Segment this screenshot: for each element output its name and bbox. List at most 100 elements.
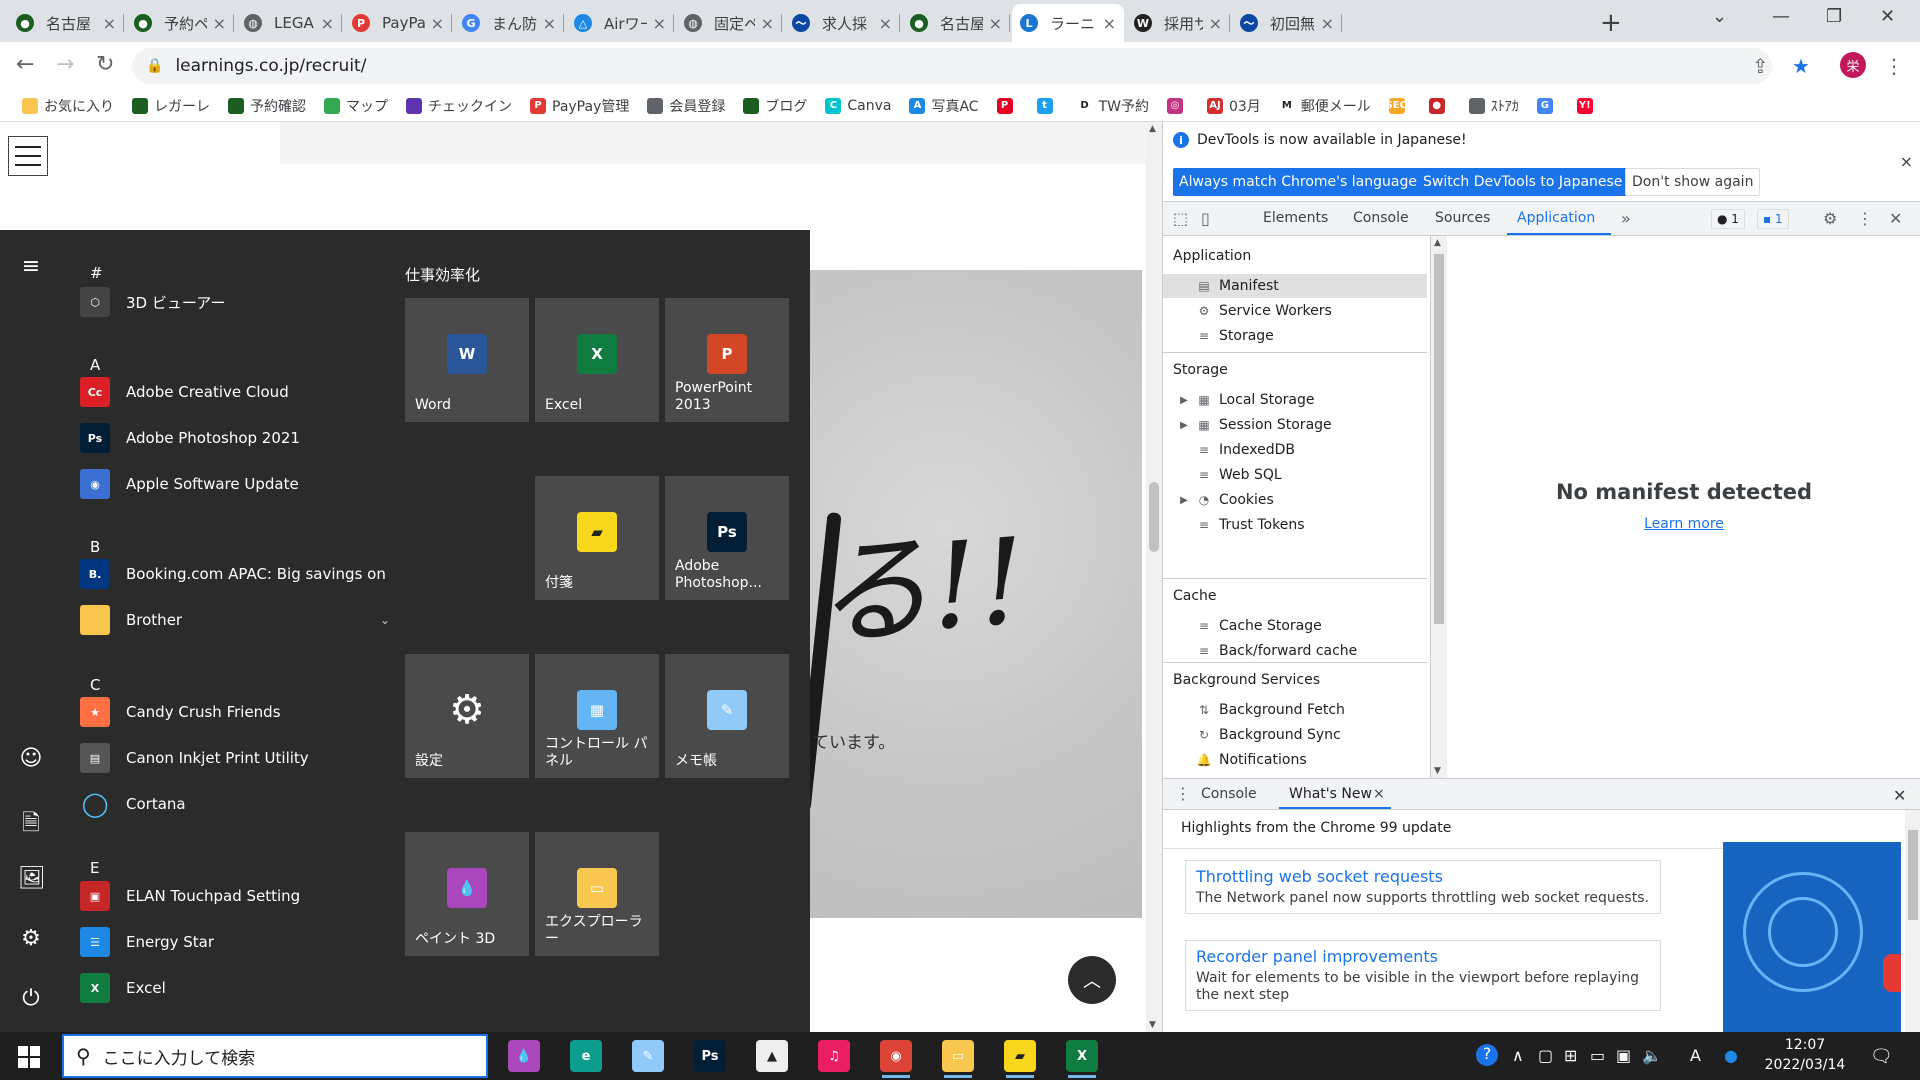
bookmark-item[interactable]: 会員登録 — [647, 96, 725, 116]
notification-center-icon[interactable]: 🗨 — [1870, 1046, 1893, 1067]
restore-button[interactable]: ❐ — [1826, 6, 1842, 27]
pictures-icon[interactable]: 🖼 — [18, 866, 46, 891]
back-button[interactable]: ← — [16, 52, 34, 77]
tab-close-icon[interactable]: × — [653, 14, 666, 33]
scroll-down-arrow[interactable]: ▼ — [1434, 766, 1441, 776]
bookmark-item[interactable]: マップ — [324, 96, 388, 116]
system-clock[interactable]: 12:07 2022/03/14 — [1760, 1036, 1850, 1075]
feature-card-title[interactable]: Recorder panel improvements — [1196, 947, 1650, 966]
bookmark-item[interactable]: ｽﾄｱｶ — [1468, 96, 1519, 116]
tab-close-icon[interactable]: × — [321, 14, 334, 33]
bookmark-item[interactable]: G — [1536, 97, 1559, 114]
tab-search-icon[interactable]: ⌄ — [1712, 6, 1727, 27]
drawer-menu-icon[interactable]: ⋮ — [1175, 784, 1191, 803]
documents-icon[interactable]: 🗎 — [18, 806, 44, 844]
chrome-menu-icon[interactable]: ⋮ — [1884, 54, 1904, 78]
sidebar-item[interactable]: ≡ Trust Tokens — [1163, 513, 1427, 537]
bookmark-item[interactable]: ブログ — [743, 96, 807, 116]
chrome-icon[interactable]: ◉ — [880, 1040, 912, 1078]
bookmark-item[interactable]: Y! — [1576, 97, 1599, 114]
bookmark-item[interactable]: M 郵便メール — [1278, 96, 1371, 116]
infobar-close-icon[interactable]: × — [1900, 152, 1913, 171]
devtools-menu-icon[interactable]: ⋮ — [1857, 209, 1873, 228]
bookmark-item[interactable]: レガーレ — [132, 96, 210, 116]
feature-card[interactable]: Throttling web socket requests The Netwo… — [1185, 860, 1661, 914]
site-menu-button[interactable] — [8, 136, 48, 176]
bookmark-item[interactable]: P PayPay管理 — [530, 96, 629, 116]
start-app-item[interactable]: Cc Adobe Creative Cloud — [80, 372, 390, 412]
scroll-up-arrow[interactable]: ▲ — [1149, 124, 1156, 134]
start-tile[interactable]: W Word — [405, 298, 529, 422]
address-bar[interactable]: 🔒 learnings.co.jp/recruit/ — [132, 48, 1772, 84]
settings-icon[interactable]: ⚙ — [18, 926, 44, 951]
switch-japanese-button[interactable]: Switch DevTools to Japanese — [1417, 168, 1629, 196]
sidebar-item[interactable]: 🔔 Notifications — [1163, 748, 1427, 772]
bookmark-item[interactable]: チェックイン — [406, 96, 512, 116]
sidebar-item[interactable]: ▶ ▦ Session Storage — [1163, 413, 1427, 437]
page-scrollbar[interactable]: ▲ ▼ — [1146, 122, 1162, 1032]
tab-close-icon[interactable]: × — [761, 14, 774, 33]
volume-icon[interactable]: 🔈 — [1642, 1046, 1662, 1065]
tab-close-icon[interactable]: × — [989, 14, 1002, 33]
expand-arrow-icon[interactable]: ▶ — [1177, 495, 1191, 506]
start-tile[interactable]: Ps Adobe Photoshop... — [665, 476, 789, 600]
minimize-button[interactable]: — — [1772, 6, 1790, 27]
sidebar-scrollbar[interactable]: ▲ ▼ — [1431, 236, 1447, 778]
start-expand-icon[interactable]: ≡ — [18, 254, 44, 279]
taskbar-search-input[interactable]: ⚲ ここに入力して検索 — [62, 1034, 488, 1078]
start-tile[interactable]: 💧 ペイント 3D — [405, 832, 529, 956]
whats-new-close-icon[interactable]: × — [1373, 786, 1385, 802]
display-icon[interactable]: ▣ — [1616, 1046, 1631, 1065]
feature-card[interactable]: Recorder panel improvements Wait for ele… — [1185, 940, 1661, 1011]
chevron-down-icon[interactable]: ⌄ — [380, 613, 390, 627]
drawer-scrollbar[interactable] — [1905, 810, 1920, 1032]
more-tabs-icon[interactable]: » — [1621, 209, 1631, 228]
sidebar-item[interactable]: ▶ ▦ Local Storage — [1163, 388, 1427, 412]
new-tab-button[interactable]: + — [1600, 8, 1622, 38]
devtools-close-icon[interactable]: ✕ — [1889, 209, 1902, 228]
start-tile[interactable]: ⚙ 設定 — [405, 654, 529, 778]
tab-close-icon[interactable]: × — [213, 14, 226, 33]
start-tile[interactable]: ▰ 付箋 — [535, 476, 659, 600]
help-icon[interactable]: ? — [1476, 1044, 1498, 1066]
bookmark-item[interactable]: C Canva — [825, 97, 891, 114]
page-scroll-thumb[interactable] — [1149, 482, 1159, 552]
profile-avatar[interactable]: 栄 — [1840, 52, 1866, 78]
tab-close-icon[interactable]: × — [431, 14, 444, 33]
sidebar-item[interactable]: ▶ ◔ Cookies — [1163, 488, 1427, 512]
start-app-item[interactable]: ☰ Energy Star — [80, 922, 390, 962]
match-language-button[interactable]: Always match Chrome's language — [1173, 168, 1423, 196]
sidebar-item[interactable]: ≡ Storage — [1163, 324, 1427, 348]
start-app-item[interactable]: Brother ⌄ — [80, 600, 390, 640]
start-app-item[interactable]: B. Booking.com APAC: Big savings on ho... — [80, 554, 390, 594]
browser-tab[interactable]: △ Airワーク × — [566, 4, 674, 42]
bookmark-item[interactable]: ● — [1428, 97, 1451, 114]
devtools-settings-icon[interactable]: ⚙ — [1823, 209, 1837, 228]
video-play-icon[interactable]: ▶ — [1883, 954, 1901, 992]
start-app-item[interactable]: ★ Candy Crush Friends — [80, 692, 390, 732]
letter-header[interactable]: E — [90, 859, 99, 877]
learn-more-link[interactable]: Learn more — [1447, 516, 1920, 532]
scroll-down-arrow[interactable]: ▼ — [1149, 1020, 1156, 1030]
bookmark-item[interactable]: D TW予約 — [1076, 96, 1149, 116]
feature-card-title[interactable]: Throttling web socket requests — [1196, 867, 1650, 886]
app-penguin-icon[interactable]: ▲ — [756, 1040, 788, 1072]
sidebar-item[interactable]: ≡ IndexedDB — [1163, 438, 1427, 462]
browser-tab[interactable]: ◍ LEGARE × — [236, 4, 342, 42]
tab-sources[interactable]: Sources — [1435, 210, 1490, 226]
forward-button[interactable]: → — [56, 52, 74, 77]
sticky-notes-icon[interactable]: ▰ — [1004, 1040, 1036, 1078]
bookmark-item[interactable]: AJ 03月 — [1206, 96, 1261, 116]
browser-tab[interactable]: ● 予約ペ × — [126, 4, 234, 42]
browser-tab[interactable]: P PayPay × — [344, 4, 452, 42]
start-app-item[interactable]: ▣ ELAN Touchpad Setting — [80, 876, 390, 916]
scroll-up-arrow[interactable]: ▲ — [1434, 238, 1441, 248]
tab-close-icon[interactable]: × — [1103, 14, 1116, 33]
sidebar-scroll-thumb[interactable] — [1434, 254, 1444, 624]
drawer-tab-console[interactable]: Console — [1201, 786, 1257, 802]
network-adapter-icon[interactable]: ⊞ — [1564, 1046, 1577, 1065]
start-app-item[interactable]: ◯ Cortana — [80, 784, 390, 824]
expand-arrow-icon[interactable]: ▶ — [1177, 420, 1191, 431]
tab-close-icon[interactable]: × — [879, 14, 892, 33]
search-placeholder[interactable]: ここに入力して検索 — [103, 1044, 256, 1069]
